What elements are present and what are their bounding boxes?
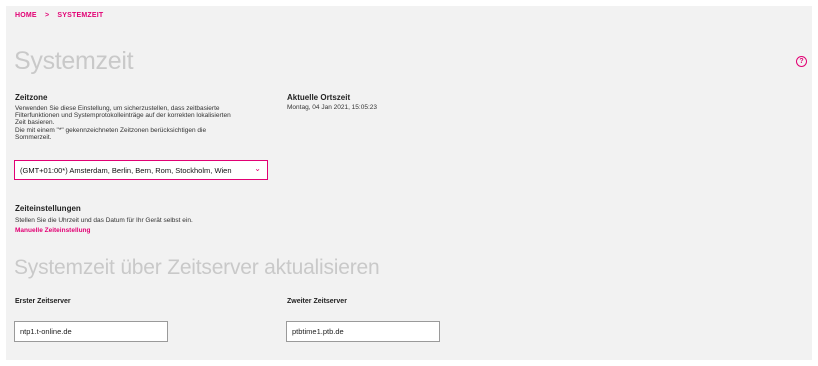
second-timeserver-input[interactable] [286, 321, 440, 342]
breadcrumb-separator: > [44, 12, 50, 19]
first-timeserver-input[interactable] [14, 321, 168, 342]
timeserver-section-title: Systemzeit über Zeitserver aktualisieren [14, 256, 380, 279]
manual-time-link[interactable]: Manuelle Zeiteinstellung [15, 227, 90, 234]
chevron-down-icon: ⌄ [254, 164, 261, 173]
timezone-heading: Zeitzone [15, 93, 48, 102]
timezone-selected-value: (GMT+01:00*) Amsterdam, Berlin, Bern, Ro… [20, 165, 232, 175]
page-title: Systemzeit [14, 47, 134, 75]
timezone-description-3: Zeit basieren. [15, 119, 55, 126]
first-timeserver-label: Erster Zeitserver [15, 298, 71, 305]
timezone-select[interactable]: (GMT+01:00*) Amsterdam, Berlin, Bern, Ro… [14, 160, 268, 180]
breadcrumb-current: SYSTEMZEIT [57, 12, 104, 19]
local-time-value: Montag, 04 Jan 2021, 15:05:23 [287, 104, 377, 111]
timezone-description-5: Sommerzeit. [15, 134, 52, 141]
help-icon[interactable]: ? [796, 56, 807, 67]
local-time-heading: Aktuelle Ortszeit [287, 93, 351, 102]
time-settings-description: Stellen Sie die Uhrzeit und das Datum fü… [15, 217, 193, 224]
time-settings-heading: Zeiteinstellungen [15, 204, 81, 213]
breadcrumb: HOME > SYSTEMZEIT [15, 12, 109, 19]
second-timeserver-label: Zweiter Zeitserver [287, 298, 347, 305]
breadcrumb-home[interactable]: HOME [15, 12, 37, 19]
